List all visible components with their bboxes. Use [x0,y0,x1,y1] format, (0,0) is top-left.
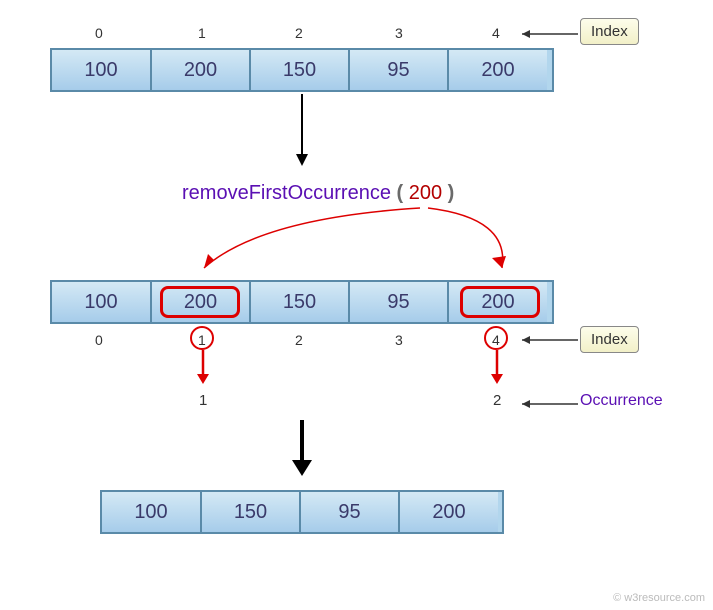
arrow-down-red-icon [489,350,505,388]
index-circle [190,326,214,350]
copyright-text: © w3resource.com [613,592,705,604]
index-1: 1 [198,25,206,41]
cell: 100 [52,50,151,90]
index-label-box: Index [580,18,639,45]
arrow-left-icon [510,332,580,352]
occurrence-2: 2 [493,392,501,409]
cell: 200 [399,492,498,532]
arrow-down-icon [292,94,312,170]
array-result: 100 150 95 200 [100,490,504,534]
cell: 95 [349,282,448,322]
index-label-box: Index [580,326,639,353]
occurrence-1: 1 [199,392,207,409]
match-highlight [160,286,240,318]
cell: 100 [52,282,151,322]
arrow-left-icon [510,26,580,46]
cell: 100 [102,492,201,532]
cell: 150 [250,282,349,322]
arrow-left-icon [510,396,580,416]
index-2: 2 [295,25,303,41]
index-3: 3 [395,332,403,348]
cell: 150 [250,50,349,90]
index-0: 0 [95,25,103,41]
index-3: 3 [395,25,403,41]
cell: 95 [300,492,399,532]
index-4: 4 [492,25,500,41]
match-highlight [460,286,540,318]
cell: 200 [151,50,250,90]
arrow-down-red-icon [195,350,211,388]
occurrence-label: Occurrence [580,392,663,410]
curved-arrows-icon [170,200,530,280]
arrow-down-bold-icon [288,420,316,480]
cell: 95 [349,50,448,90]
cell: 200 [448,50,547,90]
index-2: 2 [295,332,303,348]
index-circle [484,326,508,350]
index-0: 0 [95,332,103,348]
array-original: 100 200 150 95 200 [50,48,554,92]
cell: 150 [201,492,300,532]
